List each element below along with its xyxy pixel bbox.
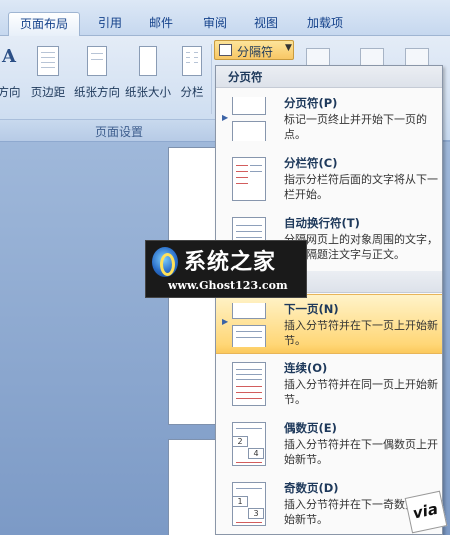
globe-logo-icon (152, 247, 178, 277)
group-label-page-setup: 页面设置 (95, 125, 144, 139)
orientation-icon (87, 46, 107, 76)
ribbon-tab-bar: 页面布局 引用 邮件 审阅 视图 加载项 (0, 0, 450, 37)
column-break-icon (228, 157, 268, 201)
odd-page-section-icon: 1 3 (228, 482, 268, 526)
size-button[interactable]: 纸张大小 (122, 40, 174, 110)
chevron-down-icon: ▼ (285, 43, 292, 53)
menu-item-page-break[interactable]: ▶ 分页符(P) 标记一页终止并开始下一页的点。 (216, 89, 442, 149)
page-setup-group-footer: 页面设置 (0, 119, 215, 141)
tab-view[interactable]: 视图 (248, 12, 284, 36)
page-break-icon: ▶ (222, 97, 268, 141)
tab-page-layout[interactable]: 页面布局 (8, 12, 80, 37)
tab-mailings[interactable]: 邮件 (143, 12, 179, 36)
text-direction-button[interactable]: A 方向 (0, 40, 26, 110)
even-page-section-icon: 2 4 (228, 422, 268, 466)
group-separator (211, 44, 212, 114)
next-page-section-icon: ▶ (222, 303, 268, 347)
columns-button[interactable]: 分栏 (176, 40, 208, 110)
menu-item-even-page[interactable]: 2 4 偶数页(E) 插入分节符并在下一偶数页上开始新节。 (216, 414, 442, 474)
columns-icon (182, 46, 202, 76)
tab-review[interactable]: 审阅 (197, 12, 233, 36)
margins-button[interactable]: 页边距 (28, 40, 68, 110)
corner-badge: via (404, 490, 448, 534)
menu-item-next-page[interactable]: ▶ 下一页(N) 插入分节符并在下一页上开始新节。 (216, 294, 442, 354)
site-watermark: 系统之家 www.Ghost123.com (145, 240, 307, 298)
continuous-section-icon (228, 362, 268, 406)
breaks-menu: 分页符 ▶ 分页符(P) 标记一页终止并开始下一页的点。 分栏符(C) 指示分栏… (215, 65, 443, 535)
menu-item-continuous[interactable]: 连续(O) 插入分节符并在同一页上开始新节。 (216, 354, 442, 414)
tab-add-ins[interactable]: 加载项 (300, 12, 350, 36)
menu-item-column-break[interactable]: 分栏符(C) 指示分栏符后面的文字将从下一栏开始。 (216, 149, 442, 209)
menu-section-header: 分页符 (216, 66, 442, 88)
tab-references[interactable]: 引用 (92, 12, 128, 36)
breaks-button[interactable]: 分隔符 ▼ (214, 40, 294, 60)
page-size-icon (139, 46, 157, 76)
orientation-button[interactable]: 纸张方向 (72, 40, 122, 110)
text-direction-icon: A (2, 46, 16, 67)
breaks-icon (219, 44, 232, 56)
margins-icon (37, 46, 59, 76)
